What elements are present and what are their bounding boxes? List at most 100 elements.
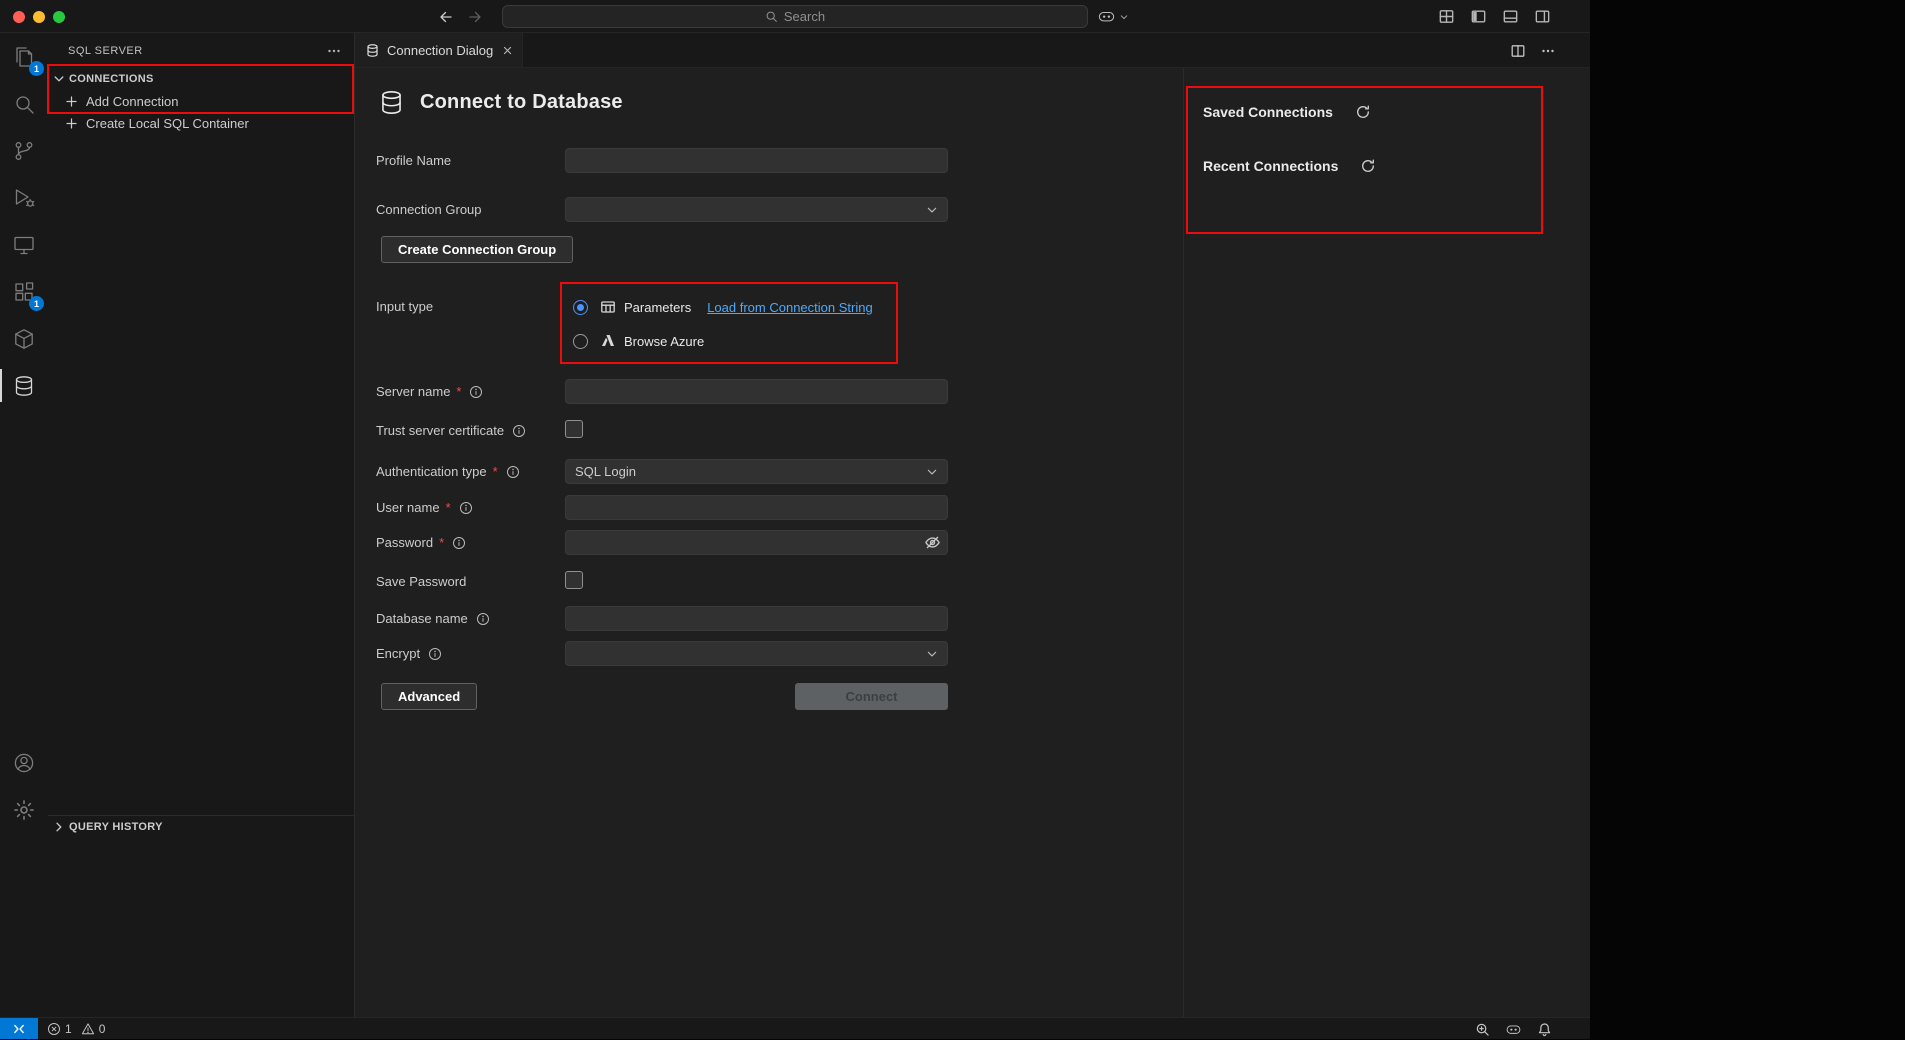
section-header-connections[interactable]: CONNECTIONS	[48, 68, 354, 90]
refresh-icon[interactable]	[1360, 158, 1376, 174]
tree-item-label: Add Connection	[86, 94, 179, 109]
notifications-bell-icon[interactable]	[1537, 1022, 1552, 1037]
info-icon[interactable]	[469, 385, 483, 399]
gear-icon	[12, 798, 36, 822]
zoom-icon[interactable]	[1475, 1022, 1490, 1037]
more-actions-icon[interactable]	[1540, 43, 1556, 59]
authentication-type-dropdown[interactable]: SQL Login	[565, 459, 948, 484]
connect-button[interactable]: Connect	[795, 683, 948, 710]
required-marker: *	[456, 384, 461, 399]
search-icon	[765, 10, 778, 23]
field-label: Password	[376, 535, 433, 550]
page-title: Connect to Database	[420, 91, 623, 114]
create-connection-group-button[interactable]: Create Connection Group	[381, 236, 573, 263]
remote-indicator-button[interactable]	[0, 1018, 38, 1039]
password-input[interactable]	[565, 530, 948, 555]
activity-item-remote-explorer[interactable]	[0, 221, 48, 268]
database-icon	[378, 89, 405, 116]
profile-name-input[interactable]	[565, 148, 948, 173]
activity-item-explorer[interactable]: 1	[0, 33, 48, 80]
activity-item-accounts[interactable]	[0, 739, 48, 786]
advanced-button[interactable]: Advanced	[381, 683, 477, 710]
account-icon	[12, 751, 36, 775]
form-row-input-type: Input type Parameters Load from Connecti…	[376, 293, 948, 355]
command-center-search[interactable]: Search	[502, 5, 1088, 28]
form-row-server-name: Server name *	[376, 379, 948, 404]
sidebar-item-create-local-sql-container[interactable]: Create Local SQL Container	[48, 112, 354, 134]
activity-item-settings[interactable]	[0, 786, 48, 833]
form-row-encrypt: Encrypt	[376, 641, 948, 666]
error-count: 1	[65, 1022, 72, 1036]
search-placeholder: Search	[784, 9, 825, 24]
field-label: Profile Name	[376, 153, 451, 168]
activity-item-run-debug[interactable]	[0, 174, 48, 221]
info-icon[interactable]	[428, 647, 442, 661]
required-marker: *	[493, 464, 498, 479]
tab-connection-dialog[interactable]: Connection Dialog	[355, 33, 523, 67]
activity-item-source-control[interactable]	[0, 127, 48, 174]
activity-item-search[interactable]	[0, 80, 48, 127]
connection-group-dropdown[interactable]	[565, 197, 948, 222]
field-label: User name	[376, 500, 440, 515]
problems-status-button[interactable]: 1 0	[47, 1022, 110, 1036]
more-actions-icon[interactable]	[326, 43, 342, 59]
radio-label: Browse Azure	[624, 334, 704, 349]
info-icon[interactable]	[506, 465, 520, 479]
vscode-window: Search 1	[0, 0, 1590, 1039]
nav-forward-button[interactable]	[467, 9, 483, 25]
copilot-menu-button[interactable]	[1097, 5, 1129, 28]
copilot-status-icon[interactable]	[1505, 1021, 1522, 1038]
activity-item-sql-server[interactable]	[0, 362, 48, 409]
tree-item-label: Create Local SQL Container	[86, 116, 249, 131]
toggle-password-visibility-icon[interactable]	[924, 534, 941, 551]
error-icon	[47, 1022, 61, 1036]
tab-bar: Connection Dialog	[355, 33, 1590, 68]
trust-certificate-checkbox[interactable]	[565, 420, 583, 438]
info-icon[interactable]	[452, 536, 466, 550]
encrypt-dropdown[interactable]	[565, 641, 948, 666]
activity-item-containers[interactable]	[0, 315, 48, 362]
azure-icon	[600, 333, 616, 349]
form-row-connection-group: Connection Group	[376, 197, 948, 222]
customize-layout-button[interactable]	[1438, 8, 1455, 25]
load-connection-string-link[interactable]: Load from Connection String	[707, 300, 872, 315]
editor-group: Connection Dialog Connect to Database	[355, 33, 1590, 1017]
chevron-down-icon	[51, 71, 67, 87]
radio-option-parameters[interactable]: Parameters Load from Connection String	[565, 293, 948, 321]
split-editor-icon[interactable]	[1510, 43, 1526, 59]
info-icon[interactable]	[459, 501, 473, 515]
field-label: Trust server certificate	[376, 423, 504, 438]
toggle-panel-button[interactable]	[1502, 8, 1519, 25]
server-name-input[interactable]	[565, 379, 948, 404]
recent-connections-title: Recent Connections	[1203, 158, 1338, 174]
toggle-primary-sidebar-button[interactable]	[1470, 8, 1487, 25]
warning-icon	[81, 1022, 95, 1036]
remote-explorer-icon	[12, 233, 36, 257]
save-password-checkbox[interactable]	[565, 571, 583, 589]
connections-side-panel: Saved Connections Recent Connections	[1183, 68, 1590, 1017]
sidebar-item-add-connection[interactable]: Add Connection	[48, 90, 354, 112]
database-icon	[12, 374, 36, 398]
refresh-icon[interactable]	[1355, 104, 1371, 120]
database-name-input[interactable]	[565, 606, 948, 631]
toggle-secondary-sidebar-button[interactable]	[1534, 8, 1551, 25]
form-row-authentication-type: Authentication type * SQL Login	[376, 459, 948, 484]
radio-option-browse-azure[interactable]: Browse Azure	[565, 327, 948, 355]
close-window-button[interactable]	[13, 11, 25, 23]
run-debug-icon	[12, 186, 36, 210]
minimize-window-button[interactable]	[33, 11, 45, 23]
info-icon[interactable]	[476, 612, 490, 626]
copilot-icon	[1097, 7, 1116, 26]
activity-item-extensions[interactable]: 1	[0, 268, 48, 315]
sidebar-title: SQL SERVER	[68, 45, 143, 57]
nav-back-button[interactable]	[438, 9, 454, 25]
field-label: Authentication type	[376, 464, 487, 479]
user-name-input[interactable]	[565, 495, 948, 520]
section-header-query-history[interactable]: QUERY HISTORY	[48, 815, 354, 837]
form-row-password: Password *	[376, 530, 948, 555]
field-label: Input type	[376, 299, 433, 314]
info-icon[interactable]	[512, 424, 526, 438]
close-tab-icon[interactable]	[501, 44, 514, 57]
dropdown-value: SQL Login	[575, 464, 636, 479]
zoom-window-button[interactable]	[53, 11, 65, 23]
